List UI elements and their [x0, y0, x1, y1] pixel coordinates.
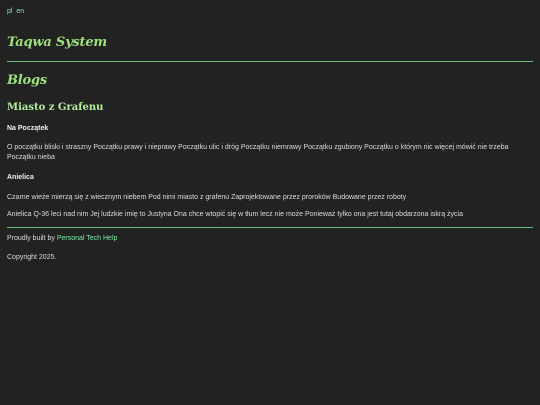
page: pl en Taqwa System Blogs Miasto z Grafen… — [0, 0, 540, 263]
footer-built-by: Proudly built by Personal Tech Help — [7, 234, 533, 244]
post-heading-anielica: Anielica — [7, 174, 34, 182]
footer-built-link[interactable]: Personal Tech Help — [57, 235, 118, 242]
post-paragraph: Anielica Q-36 leci nad nim Jej ludzkie i… — [7, 210, 463, 218]
post-paragraph: O początku bliski i straszny Początku pr… — [7, 144, 509, 162]
site-title[interactable]: Taqwa System — [7, 35, 533, 51]
footer-divider — [7, 226, 533, 228]
header-divider — [7, 61, 533, 62]
post-paragraph: Czarne wieże mierzą się z wiecznym niebe… — [7, 193, 407, 201]
post-heading-na-poczatek: Na Początek — [7, 125, 49, 132]
section-title: Blogs — [7, 73, 48, 88]
post-title: Miasto z Grafenu — [7, 102, 104, 113]
footer-built-prefix: Proudly built by — [7, 234, 55, 242]
footer-copyright: Copyright 2025. — [7, 253, 57, 261]
language-switcher: pl en — [7, 7, 533, 17]
lang-link-en[interactable]: en — [16, 8, 24, 15]
lang-link-pl[interactable]: pl — [7, 8, 12, 15]
